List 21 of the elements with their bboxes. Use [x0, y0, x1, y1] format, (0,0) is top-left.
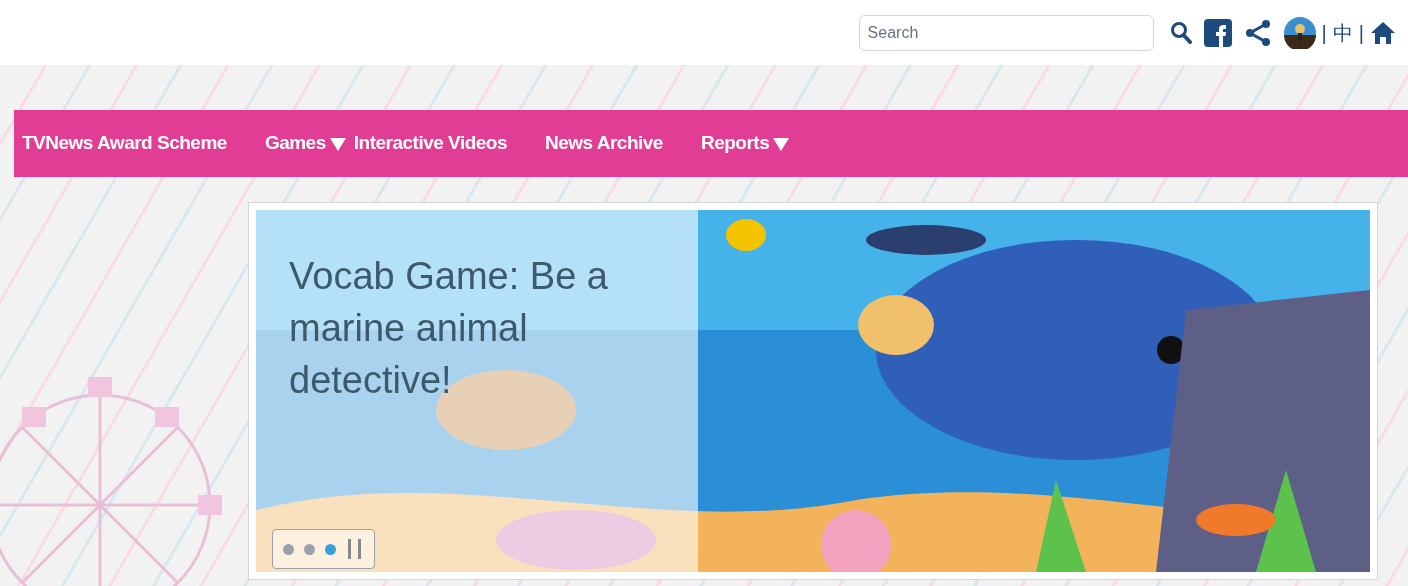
search-field[interactable]: Search — [858, 14, 1154, 51]
pause-icon[interactable] — [346, 538, 364, 560]
slide-indicator[interactable] — [304, 543, 315, 555]
share-icon[interactable] — [1243, 18, 1272, 47]
dropdown-caret-icon[interactable] — [329, 136, 346, 151]
separator: | — [1321, 20, 1327, 46]
nav-link[interactable]: News Archive — [545, 129, 663, 158]
nav-link[interactable]: Games — [264, 129, 346, 158]
search-icon[interactable] — [1169, 20, 1192, 45]
avatar-icon[interactable] — [1283, 16, 1316, 49]
language-link[interactable]: 中 — [1332, 17, 1353, 48]
dropdown-caret-icon[interactable] — [773, 136, 790, 151]
facebook-icon[interactable] — [1203, 18, 1232, 47]
nav-link[interactable]: TVNews Award Scheme — [22, 129, 227, 158]
nav-link[interactable]: Interactive Videos — [353, 129, 508, 158]
slide-indicator[interactable] — [283, 543, 294, 555]
slide-caption: Vocab Game: Be a marine animal detective! — [289, 254, 609, 403]
home-icon[interactable] — [1370, 20, 1396, 45]
separator: | — [1358, 20, 1364, 46]
slide-indicator[interactable] — [325, 543, 336, 555]
nav-link[interactable]: Reports — [700, 129, 790, 158]
